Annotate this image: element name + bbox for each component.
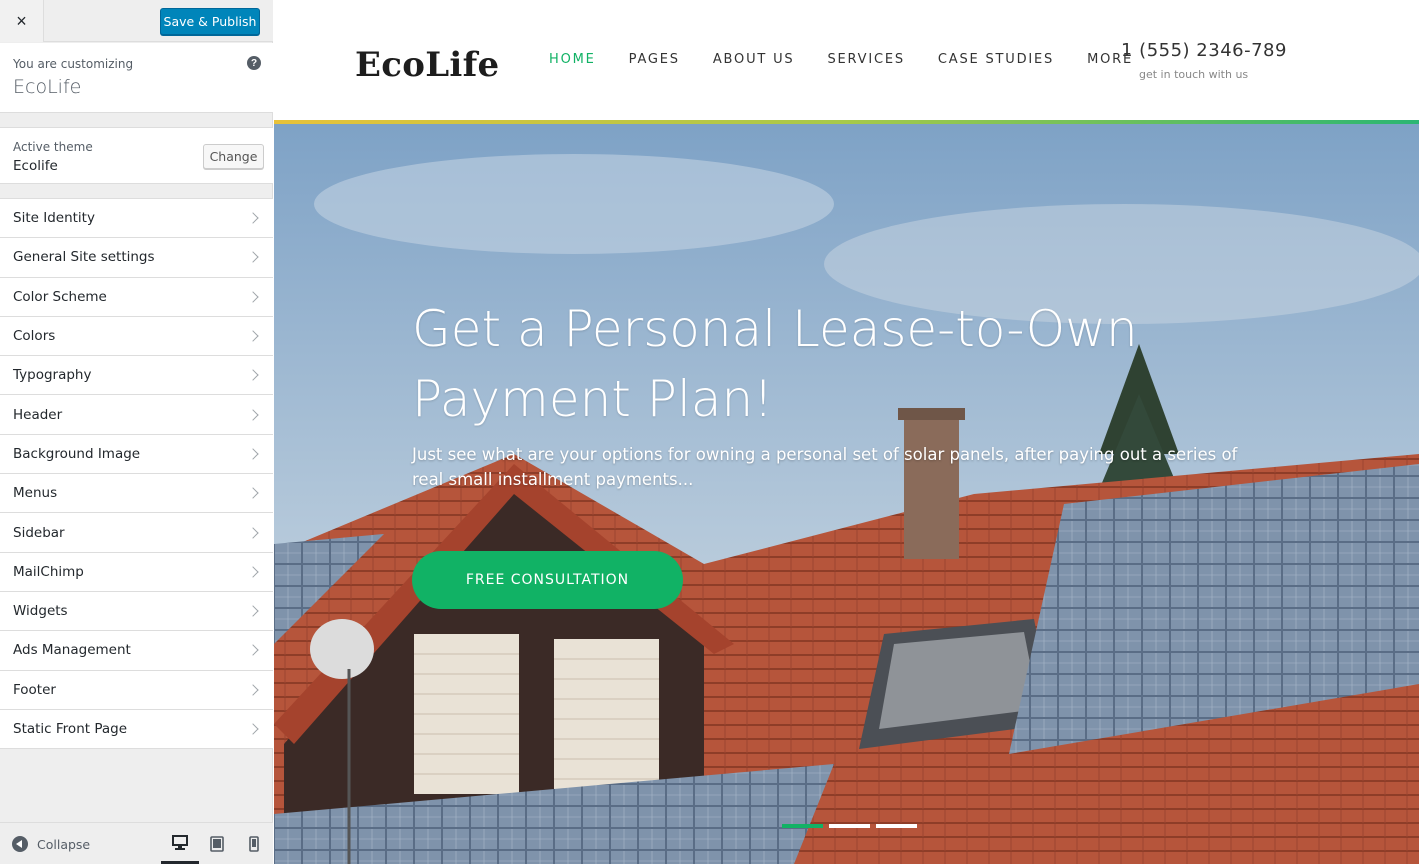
mobile-icon	[249, 836, 259, 852]
section-label: Site Identity	[13, 210, 95, 227]
nav-services[interactable]: SERVICES	[827, 52, 904, 67]
customizer-header: × Save & Publish	[0, 0, 273, 42]
section-label: Widgets	[13, 603, 68, 620]
section-footer[interactable]: Footer	[0, 670, 273, 710]
free-consultation-button[interactable]: FREE CONSULTATION	[412, 551, 683, 609]
tablet-icon	[210, 836, 224, 852]
section-label: Static Front Page	[13, 721, 128, 737]
change-theme-button[interactable]: Change	[203, 144, 264, 169]
slider-dot-2[interactable]	[829, 824, 870, 828]
chevron-right-icon	[247, 566, 259, 578]
tablet-preview-button[interactable]	[198, 823, 236, 864]
section-site-identity[interactable]: Site Identity	[0, 199, 273, 239]
slider-pagination	[782, 824, 917, 828]
section-typography[interactable]: Typography	[0, 356, 273, 396]
chevron-right-icon	[247, 369, 259, 381]
collapse-arrow-icon	[12, 836, 28, 852]
chevron-right-icon	[247, 212, 259, 224]
section-ads-management[interactable]: Ads Management	[0, 631, 273, 671]
slider-dot-3[interactable]	[876, 824, 917, 828]
slider-dot-1[interactable]	[782, 824, 823, 828]
site-preview: EcoLife HOME PAGES ABOUT US SERVICES CAS…	[274, 0, 1419, 864]
help-icon[interactable]: ?	[247, 56, 261, 70]
section-label: Footer	[13, 681, 56, 698]
section-label: MailChimp	[13, 563, 84, 580]
section-label: Typography	[13, 367, 92, 384]
phone-subtext: get in touch with us	[1139, 68, 1249, 81]
section-general-settings[interactable]: General Site settings	[0, 238, 273, 278]
section-mailchimp[interactable]: MailChimp	[0, 552, 273, 592]
chevron-right-icon	[247, 487, 259, 499]
save-publish-button[interactable]: Save & Publish	[160, 8, 260, 35]
section-widgets[interactable]: Widgets	[0, 591, 273, 632]
section-label: Background Image	[13, 445, 141, 462]
section-color-scheme[interactable]: Color Scheme	[0, 277, 273, 317]
section-label: Ads Management	[13, 642, 131, 659]
customizer-sidebar: × Save & Publish You are customizing Eco…	[0, 0, 273, 864]
mobile-preview-button[interactable]	[235, 823, 273, 864]
section-label: Color Scheme	[13, 288, 107, 305]
site-header: EcoLife HOME PAGES ABOUT US SERVICES CAS…	[274, 0, 1419, 120]
chevron-right-icon	[247, 644, 259, 657]
nav-case-studies[interactable]: CASE STUDIES	[938, 52, 1054, 67]
section-label: Sidebar	[13, 524, 65, 541]
customizer-footer: Collapse	[0, 822, 273, 864]
nav-home[interactable]: HOME	[549, 52, 596, 67]
hero-description: Just see what are your options for ownin…	[412, 445, 1238, 489]
hero-title: Get a Personal Lease-to-Own Payment Plan…	[412, 300, 1138, 428]
section-header[interactable]: Header	[0, 395, 273, 435]
hero-slider: Get a Personal Lease-to-Own Payment Plan…	[274, 124, 1419, 864]
section-colors[interactable]: Colors	[0, 316, 273, 357]
chevron-right-icon	[247, 448, 259, 460]
chevron-right-icon	[247, 251, 259, 264]
close-icon[interactable]: ×	[0, 0, 44, 42]
chevron-right-icon	[247, 526, 259, 539]
section-label: General Site settings	[13, 249, 155, 266]
nav-pages[interactable]: PAGES	[629, 52, 680, 67]
section-label: Menus	[13, 485, 58, 502]
section-label: Header	[13, 406, 63, 423]
collapse-button[interactable]: Collapse	[12, 836, 90, 852]
customizer-sections: Site Identity General Site settings Colo…	[0, 198, 273, 750]
active-theme-panel: Active theme Ecolife Change	[0, 127, 273, 184]
customizer-info: You are customizing EcoLife ?	[0, 43, 273, 113]
section-menus[interactable]: Menus	[0, 474, 273, 514]
chevron-right-icon	[247, 723, 259, 735]
active-theme-label: Active theme	[13, 140, 93, 154]
chevron-right-icon	[247, 408, 259, 421]
site-title: EcoLife	[13, 76, 82, 98]
customizing-label: You are customizing	[13, 57, 134, 71]
chevron-right-icon	[247, 330, 259, 342]
section-background-image[interactable]: Background Image	[0, 434, 273, 475]
desktop-preview-button[interactable]	[161, 823, 199, 864]
desktop-icon	[172, 834, 188, 850]
section-sidebar[interactable]: Sidebar	[0, 513, 273, 553]
active-theme-name: Ecolife	[13, 158, 58, 174]
nav-about-us[interactable]: ABOUT US	[713, 52, 795, 67]
phone-number[interactable]: 1 (555) 2346-789	[1121, 40, 1287, 61]
section-label: Colors	[13, 328, 56, 345]
main-navigation: HOME PAGES ABOUT US SERVICES CASE STUDIE…	[549, 52, 1166, 67]
hero-background-image	[274, 124, 1419, 864]
chevron-right-icon	[247, 684, 259, 696]
collapse-label: Collapse	[37, 836, 91, 852]
chevron-right-icon	[247, 291, 259, 303]
site-logo[interactable]: EcoLife	[355, 45, 499, 85]
chevron-right-icon	[247, 605, 259, 617]
section-static-front-page[interactable]: Static Front Page	[0, 709, 273, 750]
